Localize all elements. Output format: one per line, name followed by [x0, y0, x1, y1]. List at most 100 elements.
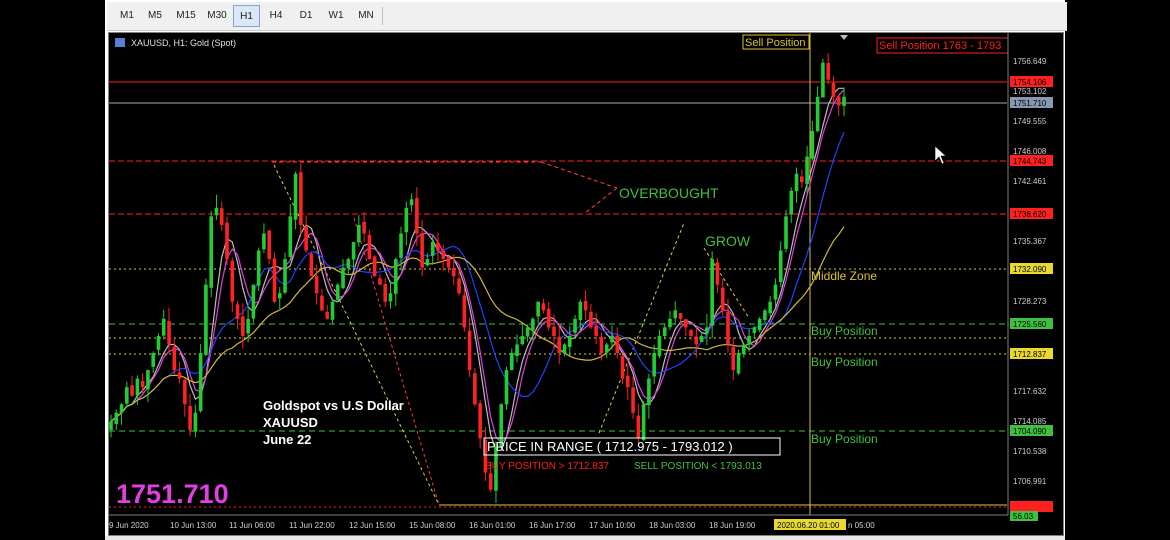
candle[interactable] [409, 199, 414, 206]
timeframe-button-m5[interactable]: M5 [142, 5, 168, 27]
candle[interactable] [562, 344, 567, 354]
candle[interactable] [156, 335, 161, 350]
candle[interactable] [583, 300, 588, 311]
candle[interactable] [589, 311, 593, 328]
candle[interactable] [641, 404, 646, 441]
candle[interactable] [314, 275, 319, 294]
candle[interactable] [800, 176, 804, 183]
candle[interactable] [683, 319, 688, 328]
candle[interactable] [457, 278, 461, 294]
candle[interactable] [277, 293, 282, 299]
candle[interactable] [541, 303, 546, 311]
candle[interactable] [705, 327, 709, 334]
candle[interactable] [420, 233, 424, 268]
candle[interactable] [230, 260, 235, 302]
candle[interactable] [515, 344, 519, 357]
candle[interactable] [757, 318, 762, 331]
candle[interactable] [177, 372, 182, 379]
candle[interactable] [768, 301, 772, 314]
candle[interactable] [299, 172, 303, 225]
candle[interactable] [367, 235, 372, 260]
candle[interactable] [815, 96, 820, 132]
candle[interactable] [219, 208, 224, 225]
candle[interactable] [525, 327, 530, 337]
candle[interactable] [362, 221, 366, 234]
candle[interactable] [388, 293, 393, 302]
candle[interactable] [631, 387, 635, 413]
candle[interactable] [256, 250, 261, 286]
candle[interactable] [625, 375, 630, 388]
candle[interactable] [531, 318, 535, 331]
candle[interactable] [283, 259, 287, 293]
candle[interactable] [188, 406, 192, 430]
candle[interactable] [805, 156, 809, 185]
candle[interactable] [125, 387, 129, 404]
candle[interactable] [451, 267, 456, 277]
candle[interactable] [567, 335, 572, 347]
candle[interactable] [715, 262, 720, 285]
candle[interactable] [251, 284, 256, 319]
candle[interactable] [304, 226, 308, 251]
candle[interactable] [557, 336, 562, 354]
candle[interactable] [536, 301, 540, 317]
timeframe-button-h1[interactable]: H1 [233, 5, 260, 27]
candle[interactable] [161, 318, 166, 336]
candle[interactable] [699, 335, 704, 342]
candle[interactable] [204, 284, 208, 355]
candle[interactable] [810, 130, 815, 159]
candle[interactable] [109, 421, 113, 430]
candle[interactable] [430, 241, 435, 256]
candle[interactable] [836, 96, 841, 106]
candle[interactable] [198, 353, 203, 412]
candle[interactable] [657, 335, 662, 357]
candle[interactable] [578, 301, 583, 321]
candle[interactable] [309, 253, 314, 277]
candle[interactable] [293, 173, 298, 220]
candle[interactable] [462, 295, 467, 328]
candle[interactable] [773, 284, 778, 300]
candle[interactable] [726, 311, 730, 345]
candle[interactable] [172, 346, 177, 371]
candle[interactable] [225, 222, 229, 260]
candle[interactable] [647, 378, 651, 406]
candle[interactable] [146, 370, 150, 390]
candle[interactable] [742, 344, 746, 355]
candle[interactable] [436, 242, 440, 251]
candle[interactable] [193, 412, 198, 432]
candle[interactable] [341, 267, 345, 289]
candle[interactable] [731, 346, 736, 371]
candle[interactable] [378, 278, 382, 285]
candle[interactable] [241, 316, 245, 336]
candle[interactable] [372, 256, 377, 277]
candle[interactable] [130, 385, 134, 396]
candle[interactable] [140, 380, 145, 388]
candle[interactable] [235, 304, 240, 319]
candle[interactable] [393, 259, 398, 294]
candle[interactable] [214, 207, 219, 216]
candle[interactable] [620, 355, 625, 379]
candle[interactable] [763, 310, 767, 321]
candle[interactable] [636, 415, 641, 439]
timeframe-button-w1[interactable]: W1 [322, 5, 350, 27]
candle[interactable] [425, 259, 430, 266]
timeframe-button-d1[interactable]: D1 [292, 5, 320, 27]
candle[interactable] [831, 82, 836, 97]
candle[interactable] [183, 379, 187, 405]
chart-window[interactable]: XAUUSD, H1: Gold (Spot) OVERBOUGHT GROW … [108, 32, 1064, 536]
timeframe-button-mn[interactable]: MN [352, 5, 380, 27]
candle[interactable] [114, 412, 119, 424]
candle[interactable] [246, 318, 250, 334]
candle[interactable] [736, 353, 741, 374]
candle[interactable] [821, 62, 825, 98]
candle[interactable] [330, 301, 335, 320]
candle[interactable] [335, 284, 340, 300]
candle[interactable] [784, 216, 788, 249]
candle[interactable] [467, 330, 472, 371]
candle[interactable] [346, 259, 351, 269]
candle[interactable] [615, 335, 620, 354]
candle[interactable] [594, 325, 598, 336]
price-chart[interactable]: XAUUSD, H1: Gold (Spot) OVERBOUGHT GROW … [109, 33, 1063, 535]
candle[interactable] [404, 207, 409, 233]
candle[interactable] [399, 233, 403, 258]
candle[interactable] [604, 344, 609, 353]
